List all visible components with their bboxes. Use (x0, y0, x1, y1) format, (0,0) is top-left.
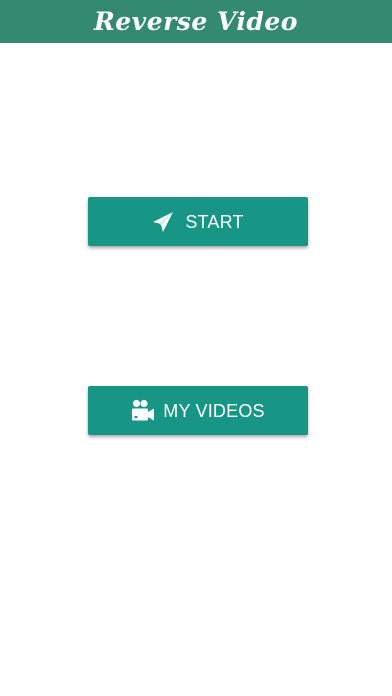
app-title: Reverse Video (94, 7, 298, 36)
paper-plane-icon (152, 211, 174, 233)
video-camera-icon (131, 399, 155, 423)
start-button[interactable]: START (88, 197, 308, 246)
my-videos-button[interactable]: MY VIDEOS (88, 386, 308, 435)
my-videos-button-label: MY VIDEOS (163, 400, 265, 421)
app-header: Reverse Video (0, 0, 392, 43)
start-button-label: START (185, 211, 244, 232)
